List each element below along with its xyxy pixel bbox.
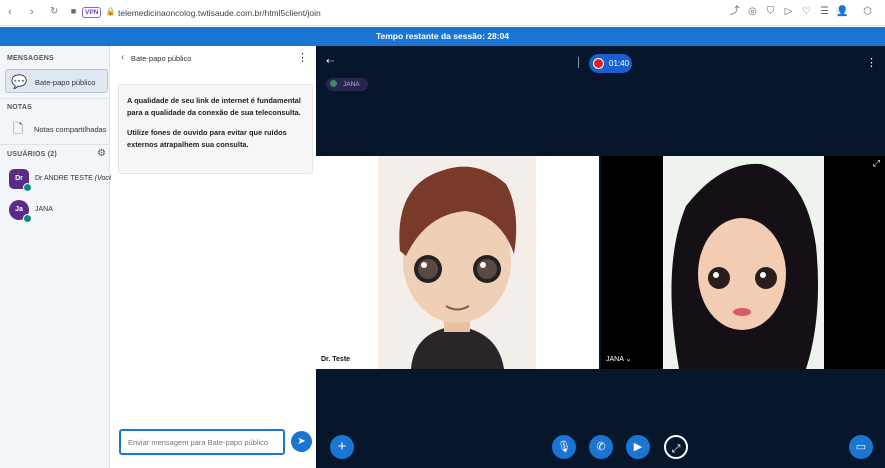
menu-lines-icon[interactable]: ☰ — [819, 6, 830, 17]
users-header: USUÁRIOS (2) — [7, 151, 57, 158]
divider — [0, 144, 110, 145]
address-bar[interactable]: telemedicinaoncolog.twtisaude.com.br/htm… — [118, 8, 321, 18]
video-stage: ⇠ 01:40 ⋮ JANA Dr. Teste JANA ⌄ ⤢ + 🎙 ✆ … — [316, 46, 885, 468]
heart-icon[interactable]: ♡ — [801, 6, 812, 17]
avatar — [330, 80, 337, 87]
profile-icon[interactable]: 👤 — [836, 6, 848, 17]
chat-bubble-icon: 💬 — [11, 74, 28, 89]
avatar-image-woman — [663, 156, 824, 369]
notes-header: NOTAS — [7, 104, 32, 111]
recording-indicator[interactable]: 01:40 — [589, 54, 632, 73]
recording-time: 01:40 — [609, 59, 630, 68]
lock-icon[interactable]: 🔒 — [105, 6, 116, 17]
sidebar-item-shared-notes[interactable]: 🗋 Notas compartilhadas — [5, 117, 108, 141]
status-icon — [23, 214, 32, 223]
play-icon[interactable]: ▷ — [783, 6, 794, 17]
camera-icon[interactable]: ■ — [68, 6, 79, 17]
chat-title[interactable]: Bate-papo público — [131, 54, 191, 63]
welcome-text: A qualidade de seu link de internet é fu… — [127, 96, 301, 117]
screen-share-off-icon: ⤢ — [671, 443, 681, 455]
user-name: JANA — [35, 206, 53, 213]
presentation-button[interactable]: ▭ — [849, 435, 873, 459]
user-list-item[interactable]: Dr Dr ANDRE TESTE (Você) — [9, 169, 115, 192]
chevron-left-icon[interactable]: ‹ — [121, 52, 124, 63]
presenter-chip: JANA — [326, 78, 368, 91]
leave-user-icon[interactable]: ⇠ — [326, 56, 334, 67]
user-name: Dr ANDRE TESTE (Você) — [35, 175, 116, 182]
plus-icon: + — [337, 438, 347, 455]
avatar-image-man — [378, 156, 536, 369]
kebab-menu-icon[interactable]: ⋮ — [297, 51, 308, 64]
session-timer-banner: Tempo restante da sessão: 28:04 — [0, 27, 885, 46]
welcome-message: A qualidade de seu link de internet é fu… — [118, 84, 313, 174]
extension-icon[interactable]: ⬡ — [862, 6, 873, 17]
reload-icon[interactable]: ↻ — [50, 6, 58, 17]
record-icon — [593, 58, 604, 69]
screen-share-button[interactable]: ⤢ — [664, 435, 688, 459]
divider — [0, 98, 110, 99]
send-icon: ➤ — [297, 436, 306, 447]
settings-gear-icon[interactable]: ⚙ — [97, 148, 106, 159]
sidebar-item-label: Bate-papo público — [35, 78, 96, 87]
camera-button[interactable]: ▶ — [626, 435, 650, 459]
video-label: Dr. Teste — [321, 356, 351, 363]
sidebar: MENSAGENS 💬 Bate-papo público NOTAS 🗋 No… — [0, 46, 115, 468]
screenshot-icon[interactable]: ◎ — [747, 6, 758, 17]
video-tile-dr-teste[interactable]: Dr. Teste — [316, 156, 599, 369]
video-camera-icon: ▶ — [633, 441, 643, 453]
sidebar-item-label: Notas compartilhadas — [34, 125, 107, 134]
message-input[interactable] — [119, 429, 285, 455]
fullscreen-icon[interactable]: ⤢ — [873, 158, 880, 169]
welcome-text: Utilize fones de ouvido para evitar que … — [127, 128, 287, 149]
actions-button[interactable]: + — [330, 435, 354, 459]
browser-toolbar: ‹ › ↻ ■ VPN 🔒 telemedicinaoncolog.twtisa… — [0, 0, 885, 26]
user-list-item[interactable]: Ja JANA — [9, 200, 109, 223]
shield-icon[interactable]: ⛉ — [765, 6, 776, 17]
microphone-button[interactable]: 🎙 — [552, 435, 576, 459]
send-button[interactable]: ➤ — [291, 431, 312, 452]
video-tile-jana[interactable]: JANA ⌄ ⤢ — [601, 156, 885, 369]
vpn-badge[interactable]: VPN — [82, 7, 102, 18]
phone-icon: ✆ — [596, 441, 606, 453]
chat-panel: ‹ Bate-papo público ⋮ A qualidade de seu… — [111, 46, 316, 468]
back-icon[interactable]: ‹ — [8, 6, 12, 18]
presentation-icon: ▭ — [855, 441, 867, 453]
forward-icon[interactable]: › — [30, 6, 34, 18]
kebab-menu-icon[interactable]: ⋮ — [866, 56, 877, 69]
avatar: Ja — [9, 200, 32, 223]
avatar: Dr — [9, 169, 32, 192]
video-label: JANA ⌄ — [606, 356, 632, 363]
share-icon[interactable]: ⤴ — [729, 6, 740, 17]
microphone-icon: 🎙 — [557, 441, 571, 453]
divider — [578, 57, 579, 68]
messages-header: MENSAGENS — [7, 55, 54, 62]
sidebar-item-public-chat[interactable]: 💬 Bate-papo público — [5, 69, 108, 93]
audio-phone-button[interactable]: ✆ — [589, 435, 613, 459]
document-icon: 🗋 — [12, 121, 24, 136]
status-icon — [23, 183, 32, 192]
